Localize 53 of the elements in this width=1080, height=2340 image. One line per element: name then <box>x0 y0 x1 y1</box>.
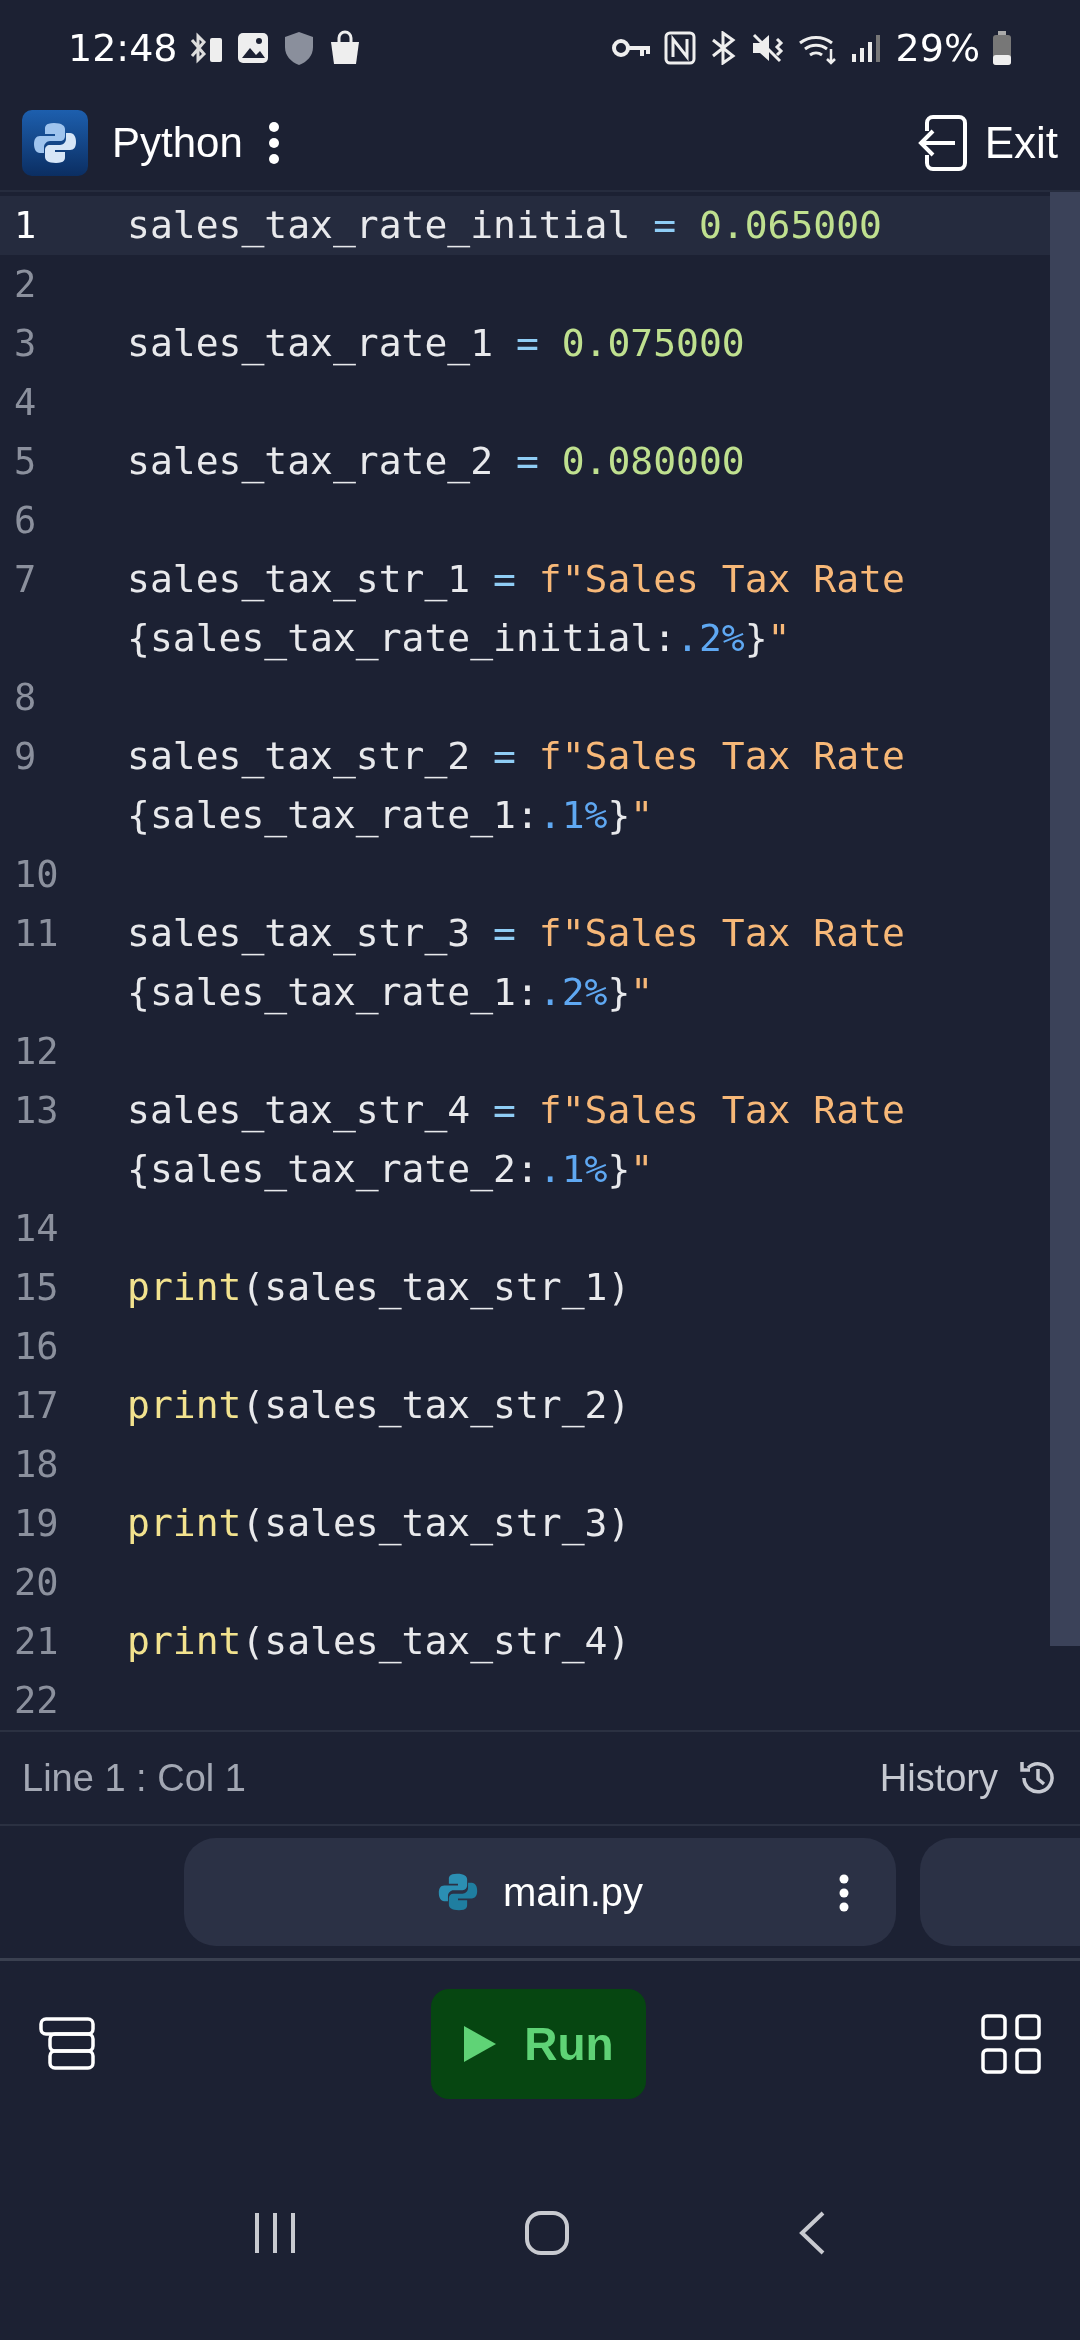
line-number: 5 <box>13 439 38 485</box>
code-text: sales_tax_rate_2 = 0.080000 <box>127 438 746 486</box>
grid-icon[interactable] <box>980 2012 1042 2075</box>
code-text: sales_tax_rate_initial = 0.065000 <box>127 202 883 250</box>
line-number: 15 <box>13 1265 60 1311</box>
image-icon <box>235 30 270 65</box>
history-button[interactable]: History <box>879 1756 1058 1800</box>
line-number: 8 <box>13 675 38 721</box>
python-logo-icon[interactable] <box>22 109 88 176</box>
app-title: Python <box>112 118 243 167</box>
line-number: 14 <box>13 1206 60 1252</box>
run-button[interactable]: Run <box>430 1988 646 2099</box>
code-text: print(sales_tax_str_2) <box>127 1382 632 1430</box>
home-icon[interactable] <box>524 2210 570 2256</box>
code-text: sales_tax_rate_1 = 0.075000 <box>127 320 746 368</box>
code-text: sales_tax_str_2 = f"Sales Tax Rate {sales_tax_rate_1:.1%}" <box>127 733 906 840</box>
line-number: 6 <box>13 498 38 544</box>
line-number: 16 <box>13 1324 60 1370</box>
code-text: print(sales_tax_str_1) <box>127 1264 632 1312</box>
line-number: 12 <box>13 1029 60 1075</box>
line-number: 2 <box>13 262 38 308</box>
battery-percentage: 29% <box>895 25 980 70</box>
line-number: 13 <box>13 1088 60 1134</box>
recent-apps-icon[interactable] <box>253 2211 298 2255</box>
line-number: 7 <box>13 557 38 603</box>
scrollbar[interactable] <box>1050 192 1080 1646</box>
cursor-position: Line 1 : Col 1 <box>22 1756 246 1800</box>
line-number: 1 <box>13 203 38 249</box>
code-text: sales_tax_str_1 = f"Sales Tax Rate {sales_tax_rate_initial:.2%}" <box>127 556 906 663</box>
code-text: print(sales_tax_str_4) <box>127 1618 632 1666</box>
file-tab[interactable]: main.py <box>184 1838 896 1946</box>
line-number: 22 <box>13 1678 60 1724</box>
python-icon <box>436 1871 479 1913</box>
line-number: 19 <box>13 1501 60 1547</box>
line-number: 10 <box>13 852 60 898</box>
time: 12:48 <box>68 25 178 70</box>
more-options-icon[interactable] <box>838 1874 850 1912</box>
line-number: 11 <box>13 911 60 957</box>
layers-icon[interactable] <box>38 2014 96 2073</box>
more-options-icon[interactable] <box>266 120 281 165</box>
line-number: 20 <box>13 1560 60 1606</box>
battery-icon <box>992 30 1012 65</box>
line-number: 9 <box>13 734 38 780</box>
code-text: print(sales_tax_str_3) <box>127 1500 632 1548</box>
code-text: sales_tax_str_4 = f"Sales Tax Rate {sales_tax_rate_2:.1%}" <box>127 1087 906 1194</box>
line-number: 21 <box>13 1619 60 1665</box>
line-number: 3 <box>13 321 38 367</box>
code-text: sales_tax_str_3 = f"Sales Tax Rate {sales_tax_rate_1:.2%}" <box>127 910 906 1017</box>
exit-button[interactable]: Exit <box>912 112 1058 173</box>
nfc-icon <box>663 30 696 65</box>
line-number: 4 <box>13 380 38 426</box>
line-number: 18 <box>13 1442 60 1488</box>
line-number: 17 <box>13 1383 60 1429</box>
